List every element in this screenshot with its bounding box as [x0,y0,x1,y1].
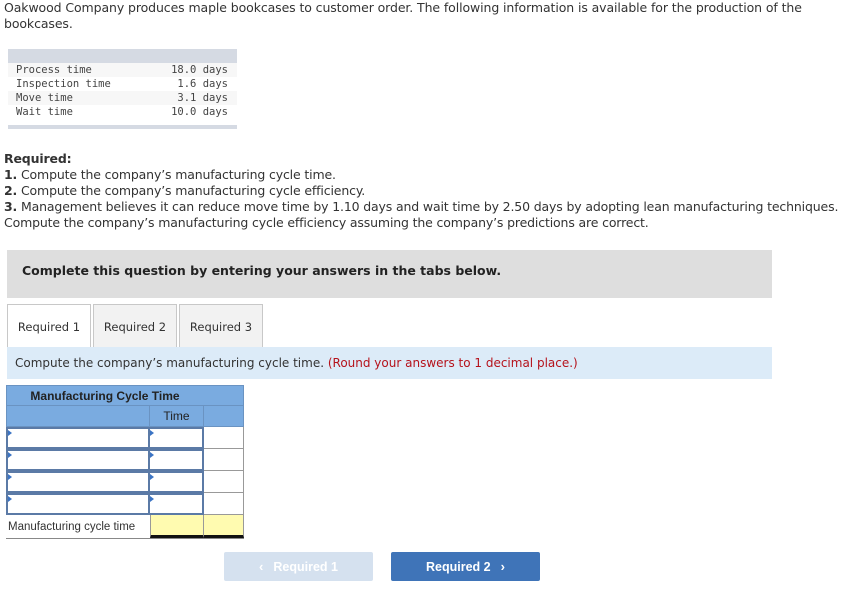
required-heading: Required: [4,151,72,166]
dropdown-flag-icon [8,430,12,436]
given-row: Wait time 10.0 days [8,105,237,119]
instructions-banner: Complete this question by entering your … [7,250,772,298]
row-label-dropdown[interactable] [6,493,150,515]
tab-instruction: Compute the company’s manufacturing cycl… [7,347,772,379]
total-label: Manufacturing cycle time [8,521,136,533]
required-item-3: 3. Management believes it can reduce mov… [4,199,848,231]
given-value: 18.0 days [171,64,228,76]
dropdown-flag-icon [8,474,12,480]
row-blank-cell [204,493,243,514]
row-label-dropdown[interactable] [6,449,150,471]
input-flag-icon [150,474,154,480]
input-flag-icon [150,430,154,436]
table-title: Manufacturing Cycle Time [6,385,244,406]
required-item-2: 2. Compute the company’s manufacturing c… [4,183,848,199]
prev-button-label: Required 1 [273,559,338,574]
required-item-number: 2. [4,183,18,198]
tab-required-1[interactable]: Required 1 [7,304,91,348]
row-time-input[interactable] [150,493,204,515]
rounding-hint: (Round your answers to 1 decimal place.) [327,356,578,370]
row-blank-cell [204,449,243,470]
required-item-text: Compute the company’s manufacturing cycl… [17,183,366,198]
row-blank-cell [204,427,243,448]
table-row [6,493,244,515]
row-label-dropdown[interactable] [6,427,150,449]
chevron-right-icon: › [500,559,505,574]
table-row [6,449,244,471]
given-value: 1.6 days [171,78,228,90]
input-flag-icon [150,496,154,502]
chevron-left-icon: ‹ [259,559,264,574]
given-table-header-bar [8,49,237,63]
tab-required-3[interactable]: Required 3 [179,304,263,348]
total-blank-cell [204,515,244,538]
given-row: Inspection time 1.6 days [8,77,237,91]
given-row: Move time 3.1 days [8,91,237,105]
banner-text: Complete this question by entering your … [22,263,502,278]
required-item-number: 1. [4,167,18,182]
input-flag-icon [150,452,154,458]
row-time-input[interactable] [150,449,204,471]
tab-bar: Required 1 Required 2 Required 3 [7,304,265,348]
table-row [6,427,244,449]
header-time: Time [150,406,204,426]
required-item-1: 1. Compute the company’s manufacturing c… [4,167,848,183]
given-table-footer-bar [8,125,237,129]
problem-intro: Oakwood Company produces maple bookcases… [4,0,802,31]
dropdown-flag-icon [8,452,12,458]
table-column-header-row: Time [6,406,244,427]
next-required-button[interactable]: Required 2 › [391,552,540,581]
row-label-dropdown[interactable] [6,471,150,493]
header-blank-cell [204,406,243,426]
given-label: Process time [16,64,92,76]
given-label: Inspection time [16,78,111,90]
row-blank-cell [204,471,243,492]
given-value: 10.0 days [171,106,228,118]
row-time-input[interactable] [150,471,204,493]
given-label: Move time [16,92,73,104]
tab-required-2[interactable]: Required 2 [93,304,177,348]
given-label: Wait time [16,106,73,118]
row-time-input[interactable] [150,427,204,449]
given-value: 3.1 days [171,92,228,104]
manufacturing-cycle-time-table: Manufacturing Cycle Time Time Manufactur… [6,385,244,539]
table-row [6,471,244,493]
instruction-text: Compute the company’s manufacturing cycl… [15,356,328,370]
next-button-label: Required 2 [426,559,491,574]
required-item-text: Management believes it can reduce move t… [4,199,839,230]
header-label-cell [7,406,150,426]
total-time-value [150,515,204,538]
required-item-number: 3. [4,199,18,214]
total-row: Manufacturing cycle time [6,515,244,539]
prev-required-button[interactable]: ‹ Required 1 [224,552,373,581]
dropdown-flag-icon [8,496,12,502]
required-item-text: Compute the company’s manufacturing cycl… [17,167,336,182]
given-data-table: Process time 18.0 days Inspection time 1.… [8,49,237,129]
required-section: Required: 1. Compute the company’s manuf… [4,151,848,231]
given-row: Process time 18.0 days [8,63,237,77]
